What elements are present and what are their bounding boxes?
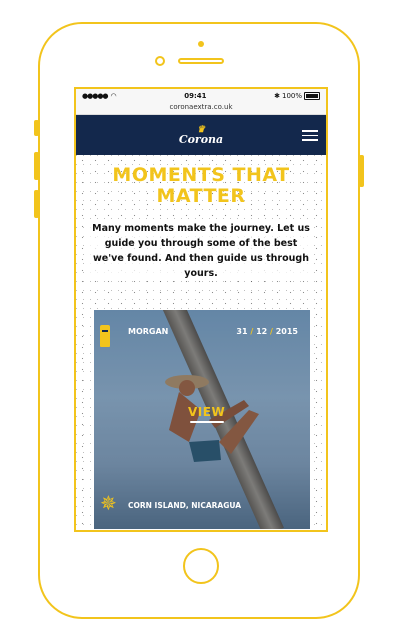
phone-screen: ●●●●● ◠ 09:41 ✱ 100% coronaextra.co.uk ♛… [74,87,328,532]
battery-percent: 100% [281,91,302,100]
signal-icon: ●●●●● [82,91,109,100]
intro-text: Many moments make the journey. Let us gu… [90,221,312,281]
battery-icon [304,91,320,100]
main-content: MOMENTS THAT MATTER Many moments make th… [76,155,326,530]
hamburger-menu-icon[interactable] [302,127,318,141]
view-button[interactable]: VIEW [188,405,225,423]
page-title: MOMENTS THAT MATTER [76,155,326,207]
status-bar: ●●●●● ◠ 09:41 ✱ 100% [76,89,326,102]
address-bar[interactable]: coronaextra.co.uk [76,102,326,115]
card-location: CORN ISLAND, NICARAGUA [128,501,242,510]
date-year: 2015 [275,327,298,336]
status-time: 09:41 [184,91,207,100]
moment-card[interactable]: MORGAN 31 / 12 / 2015 VIEW ✵ CORN ISLAND… [94,310,310,529]
compass-star-icon: ✵ [100,491,117,515]
phone-side-button [34,120,39,136]
page-title-line2: MATTER [156,185,246,207]
site-header: ♛ Corona [76,115,326,155]
bluetooth-icon: ✱ [274,91,280,100]
date-day: 31 [236,327,248,336]
date-separator: / [250,327,254,336]
earpiece-speaker [178,58,224,64]
wifi-icon: ◠ [110,91,117,100]
page-title-line1: MOMENTS THAT [112,164,290,186]
phone-volume-up [34,152,39,180]
date-separator: / [270,327,273,336]
view-underline [189,421,224,423]
sensor-icon [155,56,165,66]
front-camera [198,41,204,47]
tiki-statue-icon [100,325,110,347]
menu-line [302,130,318,132]
phone-volume-down [34,190,39,218]
view-label: VIEW [188,405,226,419]
menu-line [302,139,318,141]
card-author: MORGAN [128,327,169,336]
logo-text: Corona [178,133,224,146]
date-month: 12 [256,327,268,336]
home-button[interactable] [183,548,219,584]
card-date: 31 / 12 / 2015 [236,327,298,336]
phone-power-button [359,155,364,187]
menu-line [302,134,318,136]
corona-logo[interactable]: ♛ Corona [179,125,223,145]
